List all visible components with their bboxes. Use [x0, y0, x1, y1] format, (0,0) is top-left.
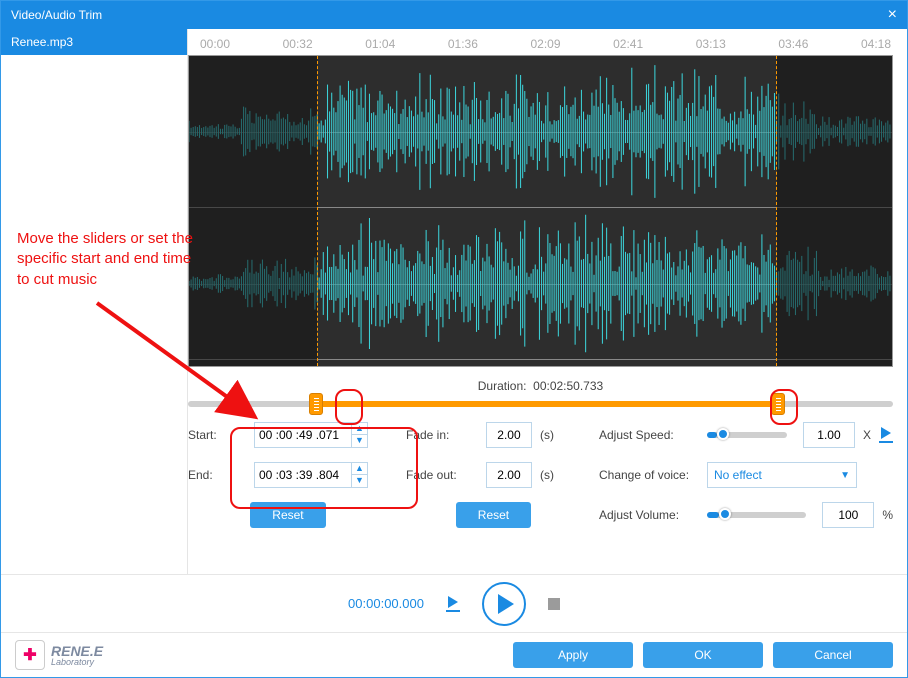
adjust-volume-label: Adjust Volume:: [599, 508, 699, 522]
time-tick: 01:04: [365, 37, 448, 53]
volume-value-input[interactable]: [822, 502, 874, 528]
title-bar: Video/Audio Trim ×: [1, 1, 907, 29]
fade-in-input[interactable]: [486, 422, 532, 448]
window-title: Video/Audio Trim: [11, 8, 102, 22]
playback-bar: 00:00:00.000: [1, 574, 907, 632]
trim-slider-fill: [316, 401, 778, 407]
time-tick: 00:32: [283, 37, 366, 53]
fade-out-label: Fade out:: [406, 468, 478, 482]
speed-value-input[interactable]: [803, 422, 855, 448]
play-icon: [498, 594, 514, 614]
fade-unit: (s): [540, 428, 554, 442]
spin-up-icon[interactable]: ▲: [352, 423, 367, 435]
trim-slider-row: Duration: 00:02:50.733: [188, 377, 893, 415]
main-panel: 00:00 00:32 01:04 01:36 02:09 02:41 03:1…: [188, 29, 907, 599]
start-time-input[interactable]: ▲▼: [254, 422, 368, 448]
trim-dim-left: [189, 56, 317, 366]
fade-out-value[interactable]: [487, 468, 531, 482]
stop-button[interactable]: [548, 598, 560, 610]
reset-trim-button[interactable]: Reset: [250, 502, 325, 528]
chevron-down-icon: ▼: [840, 470, 850, 481]
apply-button[interactable]: Apply: [513, 642, 633, 668]
voice-effect-combo[interactable]: No effect ▼: [707, 462, 857, 488]
trim-dim-right: [777, 56, 892, 366]
logo-text-line1: RENE.E: [51, 644, 103, 658]
duration-label: Duration: 00:02:50.733: [188, 377, 893, 393]
adjust-speed-label: Adjust Speed:: [599, 428, 699, 442]
file-list-item[interactable]: Renee.mp3: [1, 29, 187, 55]
volume-suffix: %: [882, 508, 893, 522]
brand-logo: ✚ RENE.E Laboratory: [15, 640, 103, 670]
slider-knob[interactable]: [717, 428, 729, 440]
trim-handle-start[interactable]: [309, 393, 323, 415]
timeline-ruler: 00:00 00:32 01:04 01:36 02:09 02:41 03:1…: [188, 37, 893, 53]
spin-up-icon[interactable]: ▲: [352, 463, 367, 475]
end-label: End:: [188, 468, 246, 482]
time-tick: 01:36: [448, 37, 531, 53]
slider-knob[interactable]: [719, 508, 731, 520]
end-time-input[interactable]: ▲▼: [254, 462, 368, 488]
end-time-value[interactable]: [255, 468, 351, 482]
time-tick: 00:00: [200, 37, 283, 53]
volume-slider[interactable]: [707, 512, 806, 518]
trim-marker-end[interactable]: [776, 56, 777, 366]
goto-button[interactable]: [446, 596, 460, 612]
play-icon: [881, 427, 891, 439]
play-icon: [448, 596, 458, 608]
time-tick: 02:41: [613, 37, 696, 53]
fade-in-value[interactable]: [487, 428, 531, 442]
play-button[interactable]: [482, 582, 526, 626]
time-tick: 04:18: [861, 37, 893, 53]
cancel-button[interactable]: Cancel: [773, 642, 893, 668]
logo-text-line2: Laboratory: [51, 658, 103, 667]
reset-fade-button[interactable]: Reset: [456, 502, 531, 528]
spin-down-icon[interactable]: ▼: [352, 475, 367, 487]
speed-slider[interactable]: [707, 432, 787, 438]
speed-preview-button[interactable]: [879, 427, 893, 443]
waveform-display[interactable]: [188, 55, 893, 367]
fade-out-input[interactable]: [486, 462, 532, 488]
time-tick: 03:13: [696, 37, 779, 53]
fade-in-label: Fade in:: [406, 428, 478, 442]
logo-icon: ✚: [15, 640, 45, 670]
close-icon[interactable]: ×: [888, 6, 897, 24]
playback-timecode: 00:00:00.000: [348, 596, 424, 611]
ok-button[interactable]: OK: [643, 642, 763, 668]
fade-unit: (s): [540, 468, 554, 482]
trim-marker-start[interactable]: [317, 56, 318, 366]
file-sidebar: Renee.mp3: [1, 29, 188, 599]
speed-suffix: X: [863, 428, 871, 442]
trim-handle-end[interactable]: [771, 393, 785, 415]
start-label: Start:: [188, 428, 246, 442]
time-tick: 03:46: [778, 37, 861, 53]
spin-down-icon[interactable]: ▼: [352, 435, 367, 447]
change-voice-label: Change of voice:: [599, 468, 699, 482]
voice-effect-value: No effect: [714, 468, 762, 482]
start-time-value[interactable]: [255, 428, 351, 442]
time-tick: 02:09: [530, 37, 613, 53]
bottom-bar: ✚ RENE.E Laboratory Apply OK Cancel: [1, 632, 907, 677]
